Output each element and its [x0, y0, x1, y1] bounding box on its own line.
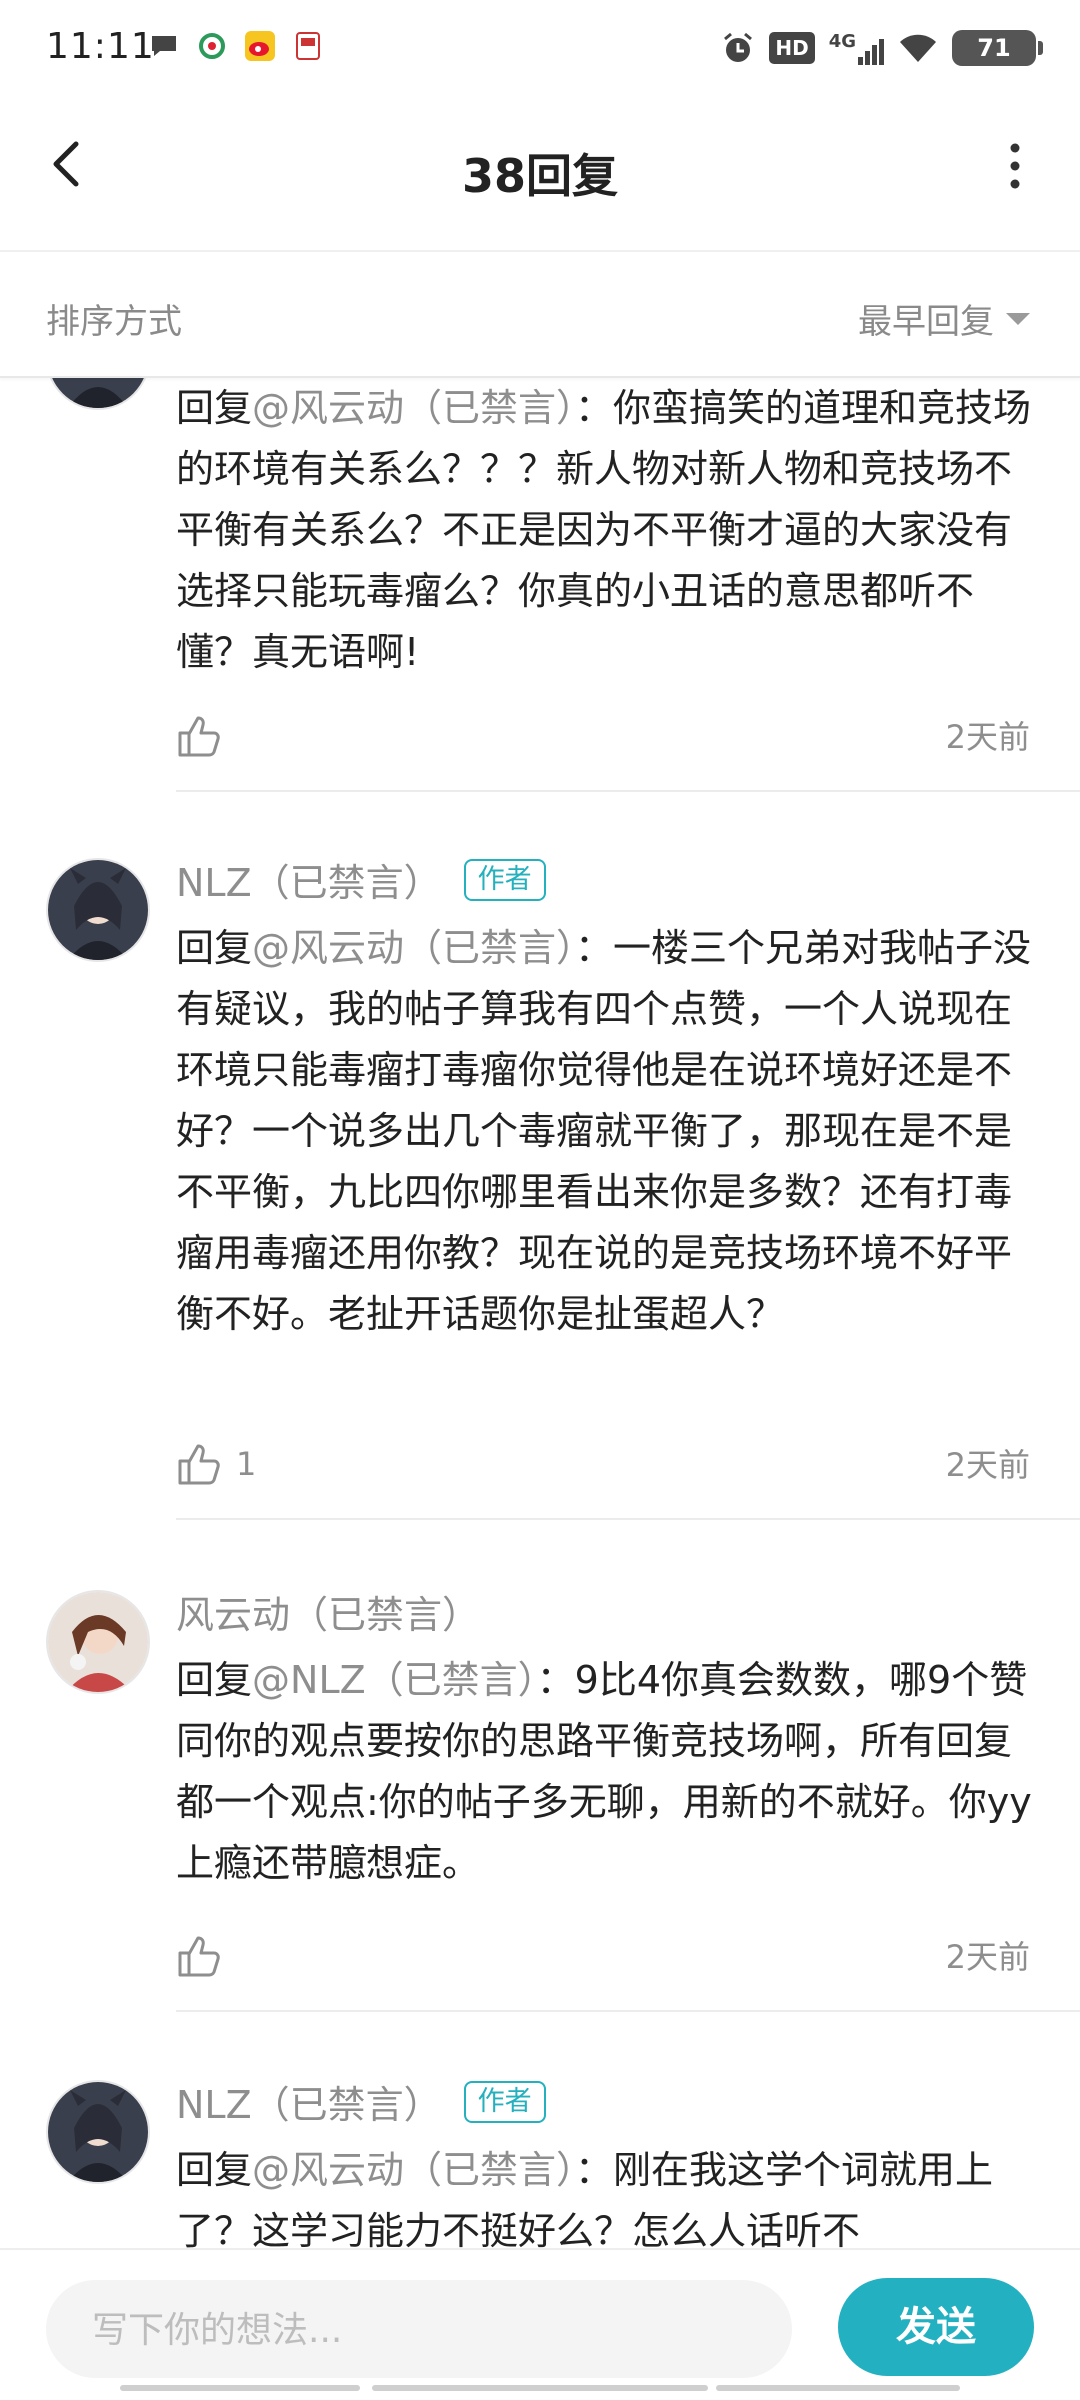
nav-indicator-right	[716, 2385, 960, 2391]
comment-text: 回复@风云动（已禁言）：你蛮搞笑的道理和竞技场的环境有关系么？？？新人物对新人物…	[176, 378, 1036, 683]
header: 38回复	[0, 100, 1080, 252]
battery-indicator: 71	[952, 30, 1043, 66]
username-row: NLZ（已禁言） 作者	[176, 852, 546, 907]
mention-link[interactable]: @风云动（已禁言）	[252, 926, 575, 970]
username[interactable]: NLZ（已禁言）	[176, 852, 442, 907]
sort-selected-value: 最早回复	[858, 302, 994, 342]
wifi-icon	[900, 34, 936, 62]
like-button[interactable]	[176, 708, 236, 764]
hd-icon: HD	[769, 32, 815, 64]
nav-indicator-center	[372, 2385, 708, 2391]
avatar[interactable]	[46, 378, 150, 410]
thumbs-up-icon	[178, 1444, 220, 1485]
avatar[interactable]	[46, 858, 150, 962]
like-count: 1	[236, 1445, 257, 1483]
reply-prefix: 回复	[176, 926, 253, 970]
weibo-icon	[245, 31, 275, 61]
comment-list[interactable]: 回复@风云动（已禁言）：你蛮搞笑的道理和竞技场的环境有关系么？？？新人物对新人物…	[0, 378, 1080, 2248]
alarm-icon	[724, 32, 753, 62]
screen: 11:11 HD 4G 71 38回复 排序方式 最早回复 回复@风云动（已禁言…	[0, 0, 1080, 2400]
sort-label: 排序方式	[46, 302, 182, 342]
like-button[interactable]: 1	[176, 1436, 296, 1492]
message-bubble-icon	[152, 36, 176, 56]
username[interactable]: 风云动（已禁言）	[176, 1584, 480, 1639]
comment-time: 2天前	[945, 1446, 1030, 1484]
divider	[176, 790, 1080, 792]
comment-text: 回复@NLZ（已禁言）：9比4你真会数数，哪9个赞同你的观点要按你的思路平衡竞技…	[176, 1650, 1036, 1894]
reply-prefix: 回复	[176, 386, 253, 430]
app-badge-icon	[296, 32, 320, 60]
comment-input-wrapper	[46, 2280, 792, 2380]
sort-row: 排序方式 最早回复	[0, 252, 1080, 378]
comment-time: 2天前	[945, 718, 1030, 756]
like-button[interactable]	[176, 1928, 236, 1984]
thumbs-up-icon	[178, 716, 220, 757]
send-button[interactable]: 发送	[838, 2278, 1034, 2376]
author-badge: 作者	[463, 2080, 546, 2123]
dropdown-arrow-icon	[1006, 312, 1030, 325]
username-row: 风云动（已禁言）	[176, 1584, 480, 1639]
thumbs-up-icon	[178, 1936, 220, 1977]
network-type: 4G	[828, 31, 856, 52]
avatar[interactable]	[46, 2080, 150, 2184]
nav-indicator-left	[120, 2385, 360, 2391]
mention-link[interactable]: @NLZ（已禁言）	[252, 1658, 537, 1702]
sort-dropdown[interactable]: 最早回复	[858, 294, 1030, 343]
comment-text: 回复@风云动（已禁言）：一楼三个兄弟对我帖子没有疑议，我的帖子算我有四个点赞，一…	[176, 918, 1036, 1345]
mention-link[interactable]: @风云动（已禁言）	[252, 386, 575, 430]
status-bar: 11:11 HD 4G 71	[0, 0, 1080, 100]
username[interactable]: NLZ（已禁言）	[176, 2074, 442, 2129]
more-options-icon[interactable]	[990, 136, 1040, 196]
status-right-icons: HD 4G 71	[721, 30, 1043, 66]
signal-icon: 4G	[829, 31, 884, 65]
avatar[interactable]	[46, 1590, 150, 1694]
comment-body: ：一楼三个兄弟对我帖子没有疑议，我的帖子算我有四个点赞，一个人说现在环境只能毒瘤…	[176, 926, 1032, 1336]
reply-prefix: 回复	[176, 1658, 253, 1702]
composer-bar: 发送	[0, 2248, 1080, 2400]
mention-link[interactable]: @风云动（已禁言）	[252, 2148, 575, 2192]
username-row: NLZ（已禁言） 作者	[176, 2074, 546, 2129]
author-badge: 作者	[463, 858, 546, 901]
status-time: 11:11	[46, 26, 155, 67]
notification-icons	[148, 30, 324, 62]
divider	[176, 2010, 1080, 2012]
reply-prefix: 回复	[176, 2148, 253, 2192]
app-notification-icon	[199, 33, 225, 59]
page-title: 38回复	[461, 149, 618, 203]
comment-input[interactable]	[90, 2280, 774, 2380]
comment-text: 回复@风云动（已禁言）：刚在我这学个词就用上了？这学习能力不挺好么？怎么人话听不	[176, 2140, 1036, 2248]
comment-time: 2天前	[945, 1938, 1030, 1976]
divider	[176, 1518, 1080, 1520]
